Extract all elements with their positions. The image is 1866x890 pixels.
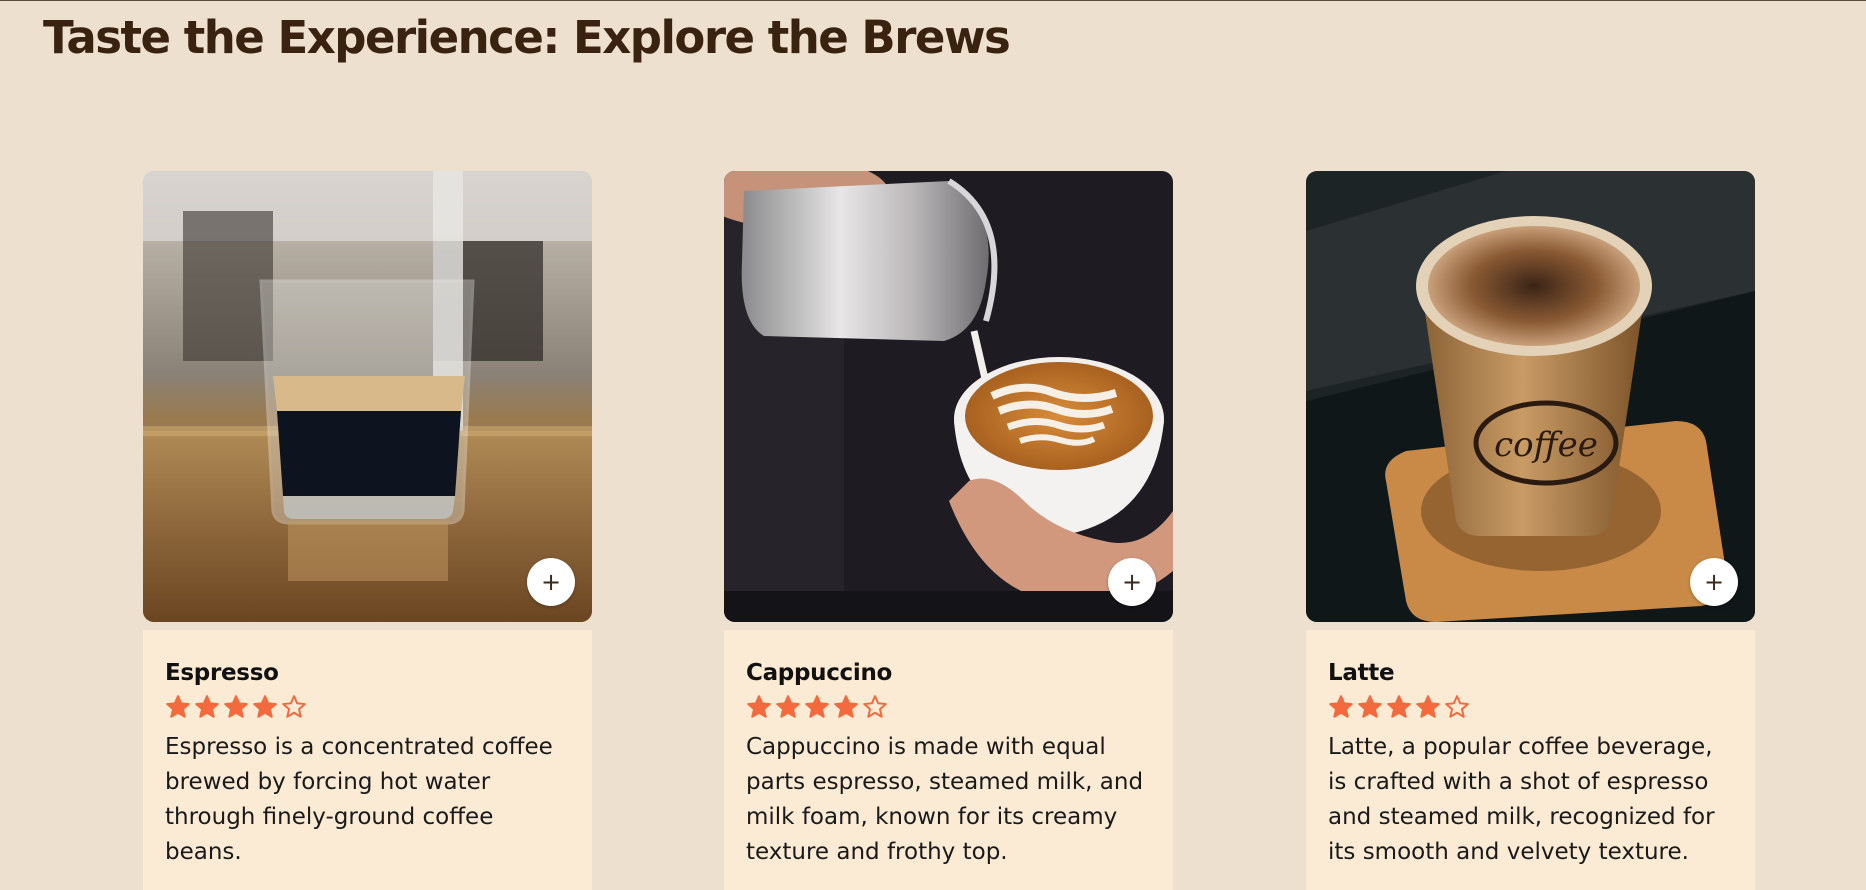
svg-text:coffee: coffee (1494, 425, 1598, 465)
product-card-body: Espresso Espresso is a concentrated coff… (143, 630, 592, 890)
star-filled-icon (747, 695, 771, 718)
star-filled-icon (1387, 695, 1411, 718)
latte-image: coffee + (1306, 171, 1755, 622)
star-rating (1328, 694, 1733, 722)
product-card-latte: coffee + Latte Latte, a popular coffee b… (1306, 171, 1755, 890)
product-card-cappuccino: + Cappuccino Cappuccino is made with equ… (724, 171, 1173, 890)
star-filled-icon (834, 695, 858, 718)
star-filled-icon (195, 695, 219, 718)
product-card-body: Latte Latte, a popular coffee beverage, … (1306, 630, 1755, 890)
product-name: Cappuccino (746, 660, 893, 686)
star-rating (746, 694, 1151, 722)
paper-cup-coffee-photo-icon: coffee (1306, 171, 1755, 622)
product-name: Espresso (165, 660, 279, 686)
latte-art-pour-photo-icon (724, 171, 1173, 622)
product-name: Latte (1328, 660, 1395, 686)
product-description: Espresso is a concentrated coffee brewed… (165, 734, 553, 865)
star-filled-icon (1358, 695, 1382, 718)
product-card-body: Cappuccino Cappuccino is made with equal… (724, 630, 1173, 890)
page-title: Taste the Experience: Explore the Brews (43, 11, 1011, 64)
add-to-cart-button[interactable]: + (1690, 558, 1738, 606)
product-card-espresso: + Espresso Espresso is a concentrated co… (143, 171, 592, 890)
star-empty-icon (863, 695, 887, 718)
star-filled-icon (805, 695, 829, 718)
star-filled-icon (224, 695, 248, 718)
add-to-cart-button[interactable]: + (1108, 558, 1156, 606)
product-description: Cappuccino is made with equal parts espr… (746, 734, 1144, 865)
star-filled-icon (776, 695, 800, 718)
add-to-cart-button[interactable]: + (527, 558, 575, 606)
star-rating (165, 694, 570, 722)
star-filled-icon (1416, 695, 1440, 718)
star-filled-icon (166, 695, 190, 718)
star-filled-icon (253, 695, 277, 718)
product-description: Latte, a popular coffee beverage, is cra… (1328, 734, 1715, 865)
espresso-image: + (143, 171, 592, 622)
star-empty-icon (282, 695, 306, 718)
star-empty-icon (1445, 695, 1469, 718)
star-filled-icon (1329, 695, 1353, 718)
cappuccino-image: + (724, 171, 1173, 622)
espresso-glass-photo-icon (143, 171, 592, 622)
